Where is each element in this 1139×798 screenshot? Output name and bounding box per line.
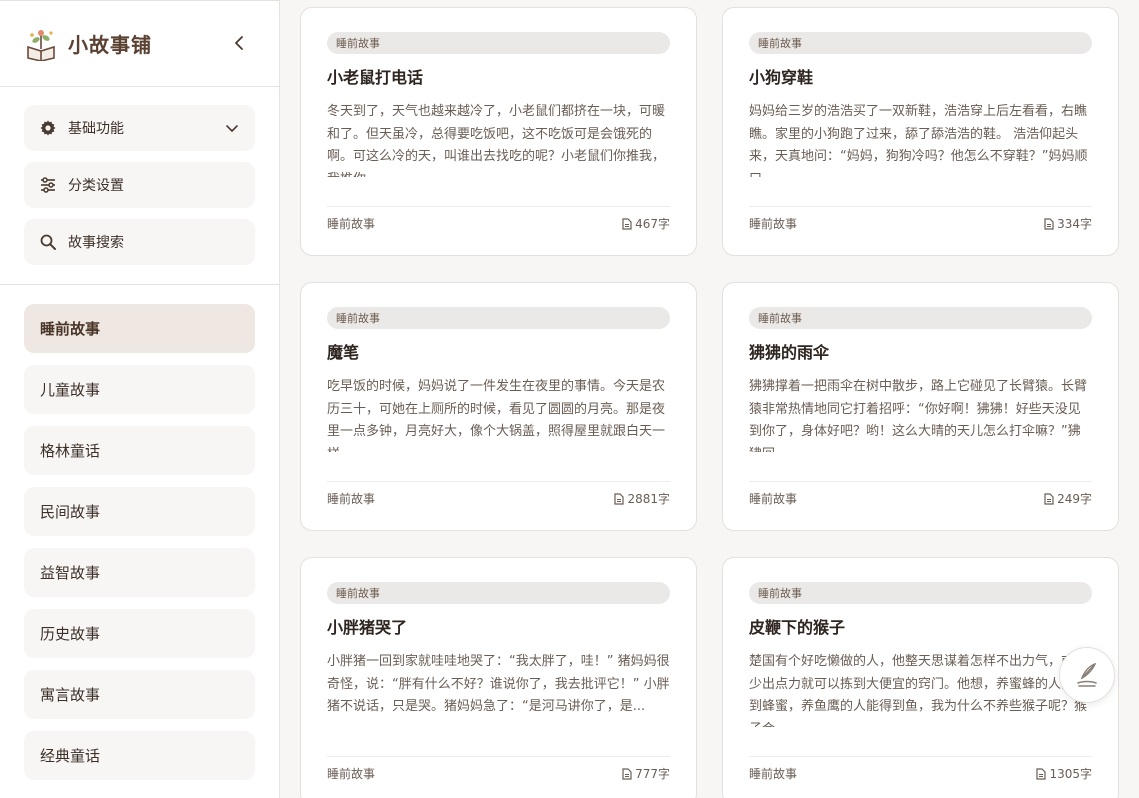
- story-excerpt: 吃早饭的时候，妈妈说了一件发生在夜里的事情。今天是农历三十，可她在上厕所的时候，…: [327, 379, 666, 452]
- story-title[interactable]: 小胖猪哭了: [327, 617, 670, 639]
- story-tag: 睡前故事: [749, 32, 1092, 54]
- story-card[interactable]: 睡前故事 魔笔 吃早饭的时候，妈妈说了一件发生在夜里的事情。今天是农历三十，可她…: [300, 282, 697, 531]
- story-tag: 睡前故事: [749, 582, 1092, 604]
- menu-category-settings[interactable]: 分类设置: [24, 162, 255, 208]
- category-item-puzzle[interactable]: 益智故事: [24, 548, 255, 597]
- story-excerpt: 狒狒撑着一把雨伞在树中散步，路上它碰见了长臂猿。长臂猿非常热情地同它打着招呼：“…: [749, 379, 1088, 452]
- story-grid: 睡前故事 小老鼠打电话 冬天到了，天气也越来越冷了，小老鼠们都挤在一块，可暖和了…: [280, 0, 1139, 798]
- story-card[interactable]: 睡前故事 小老鼠打电话 冬天到了，天气也越来越冷了，小老鼠们都挤在一块，可暖和了…: [300, 7, 697, 256]
- menu-label: 基础功能: [68, 121, 124, 137]
- gear-icon: [40, 120, 56, 136]
- word-count: 777字: [622, 765, 670, 782]
- story-excerpt: 楚国有个好吃懒做的人，他整天思谋着怎样不出力气，或者少出点力就可以拣到大便宜的窍…: [749, 654, 1088, 727]
- sidebar: 小故事铺 基础功能 分类设置 故事搜索 睡前故事 儿童故事 格林童话 民间故事 …: [0, 0, 280, 798]
- function-menu: 基础功能 分类设置 故事搜索: [0, 87, 279, 285]
- category-item-classic-fairy-tale[interactable]: 经典童话: [24, 731, 255, 780]
- word-count-value: 777字: [635, 767, 670, 781]
- category-list: 睡前故事 儿童故事 格林童话 民间故事 益智故事 历史故事 寓言故事 经典童话: [0, 285, 279, 780]
- story-footer: 睡前故事 1305字: [749, 756, 1092, 782]
- word-count-value: 334字: [1057, 217, 1092, 231]
- word-count-value: 467字: [635, 217, 670, 231]
- story-excerpt: 妈妈给三岁的浩浩买了一双新鞋，浩浩穿上后左看看，右瞧瞧。家里的小狗跑了过来，舔了…: [749, 104, 1088, 177]
- story-tag: 睡前故事: [327, 582, 670, 604]
- book-plant-logo-icon: [24, 27, 58, 62]
- story-category: 睡前故事: [327, 217, 376, 231]
- document-icon: [1044, 492, 1054, 505]
- category-item-folk[interactable]: 民间故事: [24, 487, 255, 536]
- story-footer: 睡前故事 467字: [327, 206, 670, 232]
- document-icon: [1036, 767, 1047, 780]
- story-footer: 睡前故事 249字: [749, 481, 1092, 507]
- story-tag: 睡前故事: [327, 32, 670, 54]
- word-count-value: 2881字: [627, 492, 670, 506]
- story-footer: 睡前故事 334字: [749, 206, 1092, 232]
- category-item-children[interactable]: 儿童故事: [24, 365, 255, 414]
- story-tag: 睡前故事: [327, 307, 670, 329]
- write-story-button[interactable]: [1059, 647, 1115, 703]
- story-category: 睡前故事: [749, 217, 798, 231]
- document-icon: [622, 767, 632, 780]
- category-item-bedtime[interactable]: 睡前故事: [24, 304, 255, 353]
- word-count: 2881字: [614, 490, 670, 507]
- sliders-icon: [40, 177, 56, 193]
- word-count: 1305字: [1036, 765, 1092, 782]
- chevron-left-icon: [235, 36, 243, 50]
- story-footer: 睡前故事 777字: [327, 756, 670, 782]
- story-title[interactable]: 魔笔: [327, 342, 670, 364]
- document-icon: [1044, 217, 1054, 230]
- word-count-value: 249字: [1057, 492, 1092, 506]
- category-item-history[interactable]: 历史故事: [24, 609, 255, 658]
- story-title[interactable]: 皮鞭下的猴子: [749, 617, 1092, 639]
- quill-pen-icon: [1077, 662, 1097, 687]
- category-item-fable[interactable]: 寓言故事: [24, 670, 255, 719]
- story-tag: 睡前故事: [749, 307, 1092, 329]
- menu-basic-functions[interactable]: 基础功能: [24, 105, 255, 151]
- collapse-sidebar-button[interactable]: [229, 33, 249, 53]
- app-title: 小故事铺: [68, 33, 152, 57]
- story-category: 睡前故事: [327, 492, 376, 506]
- story-card[interactable]: 睡前故事 小狗穿鞋 妈妈给三岁的浩浩买了一双新鞋，浩浩穿上后左看看，右瞧瞧。家里…: [722, 7, 1119, 256]
- story-card[interactable]: 睡前故事 小胖猪哭了 小胖猪一回到家就哇哇地哭了：“我太胖了，哇！” 猪妈妈很奇…: [300, 557, 697, 798]
- story-title[interactable]: 狒狒的雨伞: [749, 342, 1092, 364]
- story-category: 睡前故事: [749, 767, 798, 781]
- menu-story-search[interactable]: 故事搜索: [24, 219, 255, 265]
- chevron-down-icon: [225, 121, 239, 135]
- story-category: 睡前故事: [749, 492, 798, 506]
- word-count: 467字: [622, 215, 670, 232]
- story-excerpt: 冬天到了，天气也越来越冷了，小老鼠们都挤在一块，可暖和了。但天虽冷，总得要吃饭吧…: [327, 104, 666, 177]
- story-footer: 睡前故事 2881字: [327, 481, 670, 507]
- story-category: 睡前故事: [327, 767, 376, 781]
- word-count-value: 1305字: [1049, 767, 1092, 781]
- search-icon: [40, 234, 56, 250]
- brand-header: 小故事铺: [0, 1, 279, 87]
- story-title[interactable]: 小老鼠打电话: [327, 67, 670, 89]
- menu-label: 分类设置: [68, 178, 124, 194]
- document-icon: [614, 492, 625, 505]
- story-card[interactable]: 睡前故事 狒狒的雨伞 狒狒撑着一把雨伞在树中散步，路上它碰见了长臂猿。长臂猿非常…: [722, 282, 1119, 531]
- word-count: 249字: [1044, 490, 1092, 507]
- word-count: 334字: [1044, 215, 1092, 232]
- story-title[interactable]: 小狗穿鞋: [749, 67, 1092, 89]
- menu-label: 故事搜索: [68, 235, 124, 251]
- document-icon: [622, 217, 632, 230]
- story-excerpt: 小胖猪一回到家就哇哇地哭了：“我太胖了，哇！” 猪妈妈很奇怪，说：“胖有什么不好…: [327, 654, 670, 714]
- category-item-grimm[interactable]: 格林童话: [24, 426, 255, 475]
